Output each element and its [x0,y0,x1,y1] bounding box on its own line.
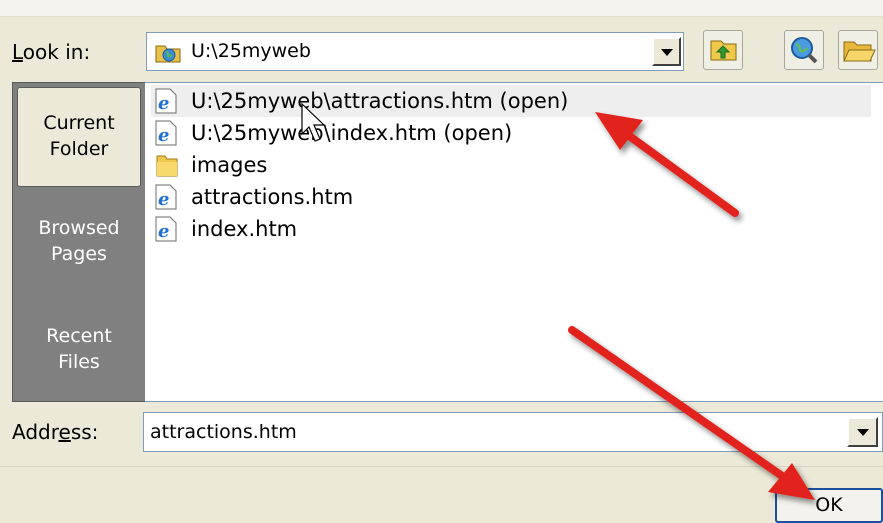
places-bar: Current Folder Browsed Pages Recent File… [12,82,146,402]
look-in-value: U:\25myweb [191,40,311,62]
place-browsed-pages-line2: Pages [51,243,107,265]
place-current-folder[interactable]: Current Folder [17,87,141,187]
place-recent-files-line2: Files [58,351,100,373]
file-list-item[interactable]: e attractions.htm [151,181,871,213]
look-in-combo[interactable]: U:\25myweb [146,32,684,71]
ie-file-icon: e [155,120,177,146]
place-current-folder-line2: Folder [49,138,109,160]
ie-file-icon: e [155,216,177,242]
web-search-icon [791,37,818,64]
file-list-item[interactable]: e index.htm [151,213,871,245]
place-current-folder-line1: Current [43,112,115,134]
file-list-item[interactable]: e U:\25myweb\attractions.htm (open) [151,85,871,117]
address-combo[interactable]: attractions.htm [143,412,883,452]
separator [0,466,883,467]
look-in-dropdown-button[interactable] [652,37,681,66]
look-in-label: Look in: [12,40,91,64]
address-label: Address: [12,420,99,444]
place-browsed-pages-line1: Browsed [38,217,120,239]
file-list-item[interactable]: e U:\25myweb\index.htm (open) [151,117,871,149]
file-list-item[interactable]: images [151,149,871,181]
ie-file-icon: e [155,88,177,114]
up-folder-icon [710,40,737,61]
ok-button[interactable]: OK [775,488,883,523]
ie-file-icon: e [155,184,177,210]
place-recent-files-line1: Recent [46,325,112,347]
address-input[interactable]: attractions.htm [150,420,297,444]
up-one-level-button[interactable] [703,30,743,70]
address-dropdown-button[interactable] [847,417,878,447]
browse-folder-icon [843,41,876,62]
svg-text:e: e [158,189,169,210]
place-recent-files[interactable]: Recent Files [17,323,141,383]
place-browsed-pages[interactable]: Browsed Pages [17,215,141,275]
search-web-button[interactable] [784,30,824,70]
svg-text:e: e [158,93,169,114]
world-folder-icon [155,45,181,63]
file-list: e U:\25myweb\attractions.htm (open) e U:… [145,82,883,402]
folder-icon [156,155,178,177]
svg-text:e: e [158,125,169,146]
browse-folder-button[interactable] [838,30,878,70]
svg-text:e: e [158,221,169,242]
title-strip [0,0,883,17]
